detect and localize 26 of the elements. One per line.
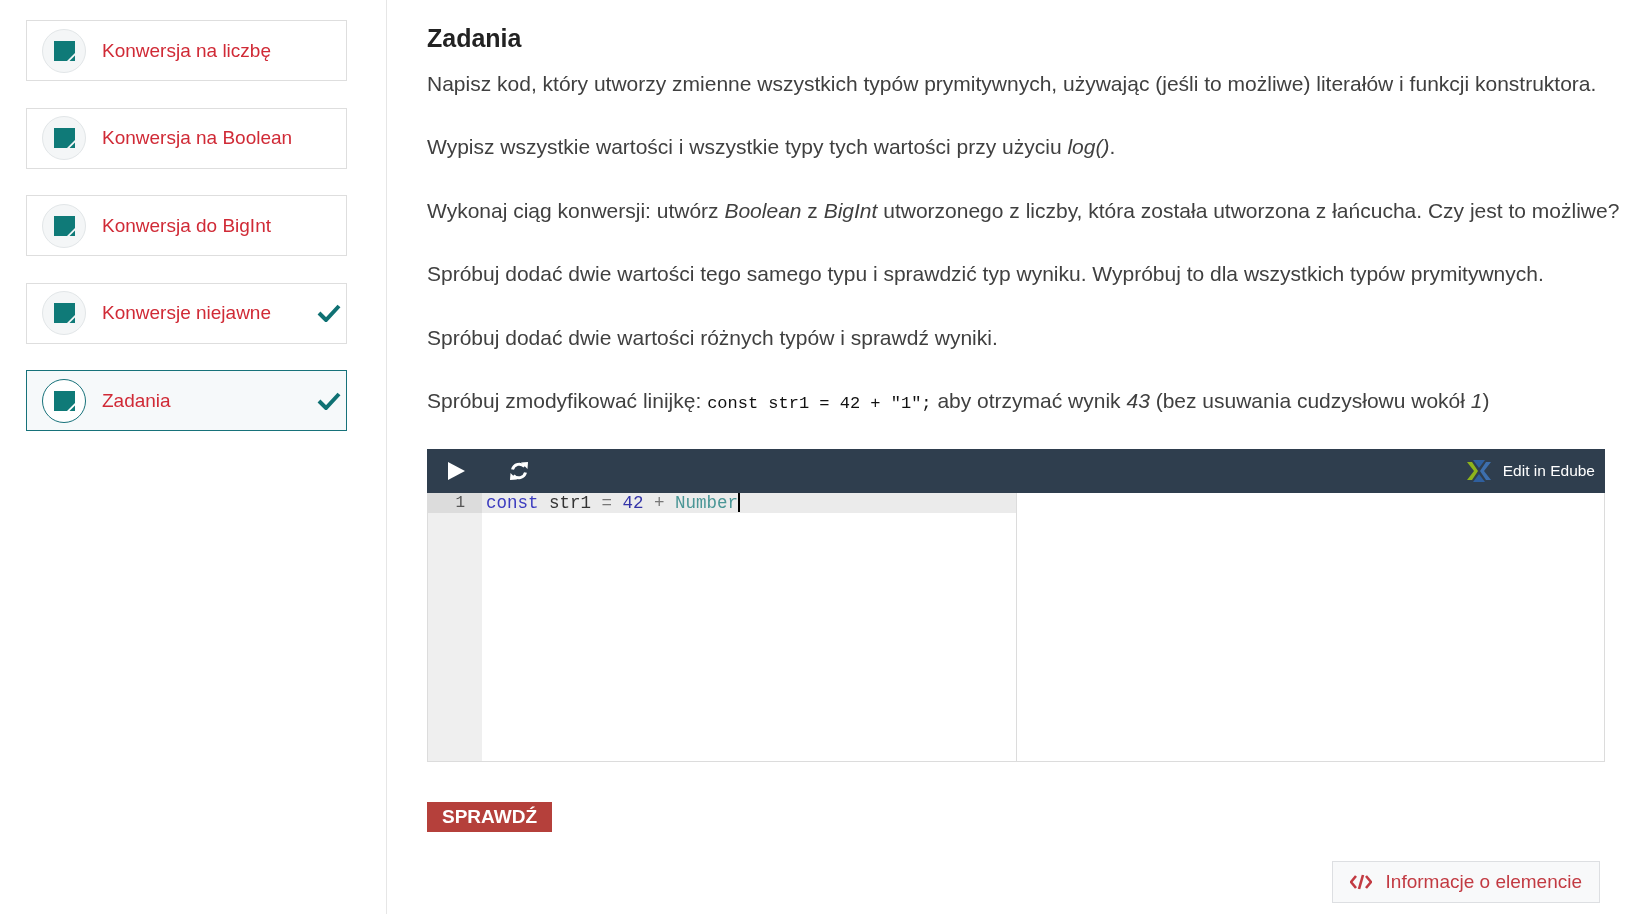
refresh-icon[interactable] xyxy=(509,460,529,481)
note-icon xyxy=(42,378,86,423)
sidebar-item[interactable]: Konwersja na Boolean xyxy=(26,107,347,169)
note-icon xyxy=(42,203,86,248)
note-icon xyxy=(42,28,86,73)
edit-in-edube-link[interactable]: Edit in Edube xyxy=(1466,459,1595,482)
instruction-text: Wypisz wszystkie wartości i wszystkie typy tych wartości przy użyciu log(). xyxy=(427,134,1116,161)
code-editor[interactable]: 1 const str1 = 42 + Number xyxy=(428,492,1017,761)
instruction-text: Spróbuj dodać dwie wartości różnych typów i sprawdź wyniki. xyxy=(427,324,998,351)
code-icon xyxy=(1349,873,1372,890)
sidebar-item[interactable]: Konwersja do BigInt xyxy=(26,195,347,256)
line-number: 1 xyxy=(428,492,482,513)
instruction-text: Spróbuj dodać dwie wartości tego samego typu i sprawdzić typ wyniku. Wypróbuj to dla wszystkich typów prymitywnych. xyxy=(427,261,1544,288)
sidebar-item[interactable]: Zadania xyxy=(26,370,347,431)
section-heading: Zadania xyxy=(427,23,522,53)
sidebar-item[interactable]: Konwersje niejawne xyxy=(26,282,347,344)
sidebar-item[interactable]: Konwersja na liczbę xyxy=(26,20,347,81)
instruction-text: Spróbuj zmodyfikować linijkę: const str1 = 42 + "1"; aby otrzymać wynik 43 (bez usuwania cudzysłowu wokół 1) xyxy=(427,388,1490,416)
instruction-text: Wykonaj ciąg konwersji: utwórz Boolean z BigInt utworzonego z liczby, która została utworzona z łańcucha. Czy jest to możliwe? xyxy=(427,197,1620,224)
instruction-text: Napisz kod, który utworzy zmienne wszystkich typów prymitywnych, używając (jeśli to możliwe) literałów i funkcji konstruktora. xyxy=(427,70,1597,97)
note-icon xyxy=(42,291,86,335)
play-icon[interactable] xyxy=(448,461,465,480)
note-icon xyxy=(42,116,86,160)
info-button[interactable]: Informacje o elemencie xyxy=(1331,860,1600,903)
check-button[interactable]: SPRAWDŹ xyxy=(427,801,552,832)
x-logo-icon xyxy=(1466,459,1491,482)
